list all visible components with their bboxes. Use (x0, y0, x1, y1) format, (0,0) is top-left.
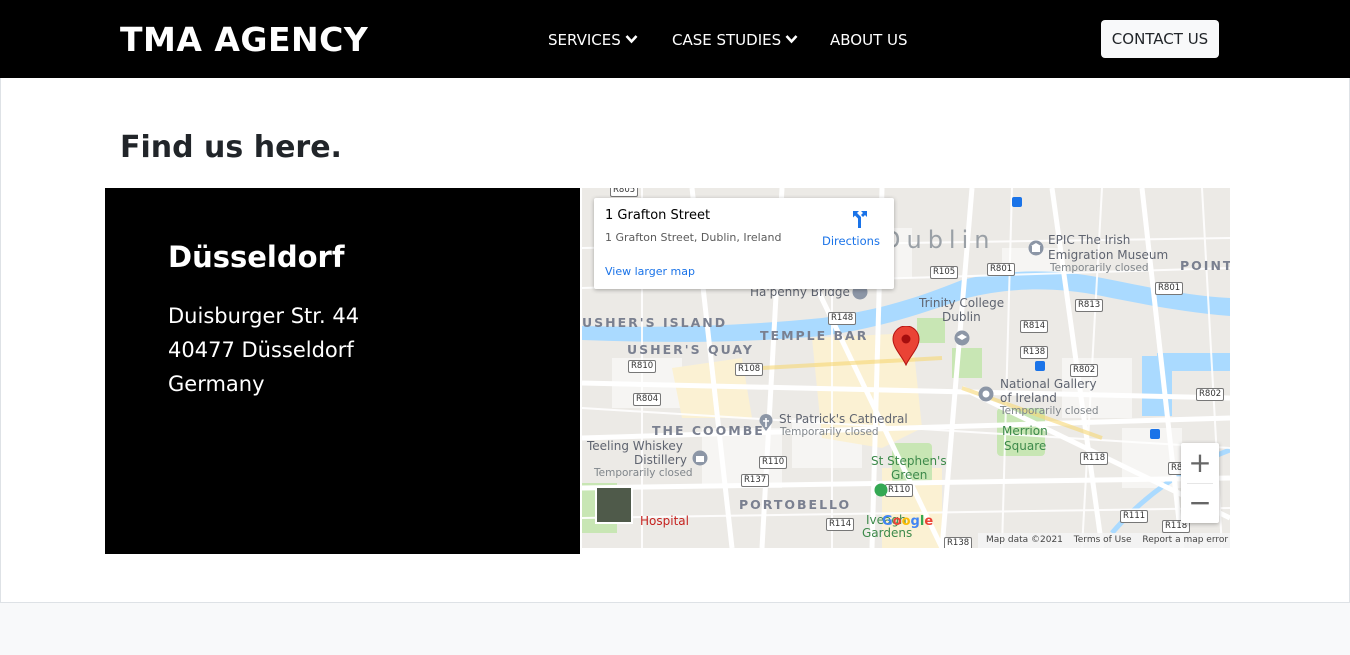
terms-of-use-link[interactable]: Terms of Use (1074, 535, 1132, 545)
map-label-teeling[interactable]: Teeling Whiskey (587, 439, 683, 453)
map-attribution: Map data ©2021 Terms of Use Report a map… (978, 533, 1230, 548)
zoom-controls: + − (1181, 443, 1219, 523)
address-postal: 40477 Düsseldorf (168, 338, 354, 362)
road-badge: R114 (826, 518, 855, 531)
footer-band (0, 603, 1350, 655)
nav-about-us[interactable]: ABOUT US (830, 28, 908, 52)
map-label-portobello: PORTOBELLO (739, 497, 852, 512)
address-country: Germany (168, 372, 265, 396)
directions-link[interactable]: Directions (822, 234, 880, 248)
map-label-teeling-status: Temporarily closed (594, 467, 693, 479)
report-map-error-link[interactable]: Report a map error (1142, 535, 1228, 545)
road-badge: R148 (828, 312, 857, 325)
school-icon (954, 330, 970, 346)
road-badge: R138 (1020, 346, 1049, 359)
map-label-teeling-2: Distillery (634, 453, 687, 467)
transit-icon (1012, 197, 1022, 207)
map-label-ushers-quay: USHER'S QUAY (627, 342, 754, 357)
map-label-dublin: Dublin (882, 226, 996, 254)
map-label-stp-status: Temporarily closed (780, 426, 879, 438)
map-data-text: Map data ©2021 (986, 535, 1063, 545)
park-icon (874, 483, 888, 497)
road-badge: R814 (1020, 320, 1049, 333)
chevron-down-icon (785, 35, 798, 44)
museum-icon (1028, 240, 1044, 256)
place-title: 1 Grafton Street (605, 208, 711, 223)
map-label-ng-status: Temporarily closed (1000, 405, 1099, 417)
road-badge: R105 (930, 266, 959, 279)
directions-icon[interactable] (849, 208, 871, 230)
map-label-merrion[interactable]: Merrion (1002, 424, 1048, 438)
camera-icon (692, 450, 708, 466)
road-badge: R802 (1070, 364, 1099, 377)
road-badge: R804 (633, 393, 662, 406)
transit-icon (1150, 429, 1160, 439)
location-pin-icon[interactable] (892, 326, 920, 366)
map-label-national-gallery-2: of Ireland (1000, 391, 1057, 405)
nav-services-label: SERVICES (548, 31, 621, 49)
road-badge: R805 (610, 188, 639, 197)
map-label-epic-2: Emigration Museum (1048, 248, 1169, 262)
road-badge: R801 (1155, 282, 1184, 295)
nav-case-studies-label: CASE STUDIES (672, 31, 782, 49)
road-badge: R138 (944, 537, 973, 548)
map-label-ststephens[interactable]: St Stephen's (871, 454, 947, 468)
map-label-national-gallery[interactable]: National Gallery (1000, 377, 1097, 391)
zoom-in-button[interactable]: + (1181, 443, 1219, 483)
map-label-ushers-island: USHER'S ISLAND (582, 315, 728, 330)
map-label-coombe: THE COOMBE (652, 423, 765, 438)
road-badge: R110 (759, 456, 788, 469)
nav-case-studies[interactable]: CASE STUDIES (672, 28, 798, 52)
nav-services[interactable]: SERVICES (548, 28, 638, 52)
gallery-icon (978, 386, 994, 402)
map-label-merrion-2: Square (1004, 439, 1047, 453)
map-label-epic-status: Temporarily closed (1050, 262, 1149, 274)
zoom-out-button[interactable]: − (1181, 483, 1219, 523)
chevron-down-icon (625, 35, 638, 44)
map-label-ststephens-2: Green (891, 468, 928, 482)
road-badge: R110 (885, 484, 914, 497)
road-badge: R801 (987, 263, 1016, 276)
address-city: Düsseldorf (168, 240, 345, 274)
map-label-epic[interactable]: EPIC The Irish (1048, 233, 1130, 247)
road-badge: R810 (628, 360, 657, 373)
address-panel: Düsseldorf Duisburger Str. 44 40477 Düss… (105, 188, 580, 554)
view-larger-map-link[interactable]: View larger map (605, 265, 695, 278)
brand-logo[interactable]: TMA AGENCY (120, 20, 368, 60)
contact-us-button[interactable]: CONTACT US (1101, 20, 1219, 58)
navbar: TMA AGENCY SERVICES CASE STUDIES ABOUT U… (0, 0, 1350, 78)
map-label-point: POINT (1180, 258, 1230, 273)
road-badge: R108 (735, 363, 764, 376)
page-title: Find us here. (120, 130, 342, 165)
address-street: Duisburger Str. 44 (168, 304, 360, 328)
satellite-toggle-thumbnail[interactable] (595, 486, 633, 524)
road-badge: R137 (741, 474, 770, 487)
place-address: 1 Grafton Street, Dublin, Ireland (605, 231, 782, 244)
road-badge: R118 (1080, 452, 1109, 465)
road-badge: R802 (1196, 388, 1225, 401)
map-embed[interactable]: Dublin EPIC The Irish Emigration Museum … (582, 188, 1230, 548)
church-icon (759, 414, 773, 431)
google-logo: Google (882, 514, 934, 529)
road-badge: R111 (1120, 510, 1149, 523)
place-info-card: 1 Grafton Street 1 Grafton Street, Dubli… (594, 198, 894, 289)
map-label-trinity[interactable]: Trinity College (919, 296, 1004, 310)
road-badge: R813 (1075, 299, 1104, 312)
map-label-temple-bar: TEMPLE BAR (760, 328, 869, 343)
map-label-trinity-2: Dublin (942, 310, 981, 324)
transit-icon (1035, 361, 1045, 371)
map-label-hospital[interactable]: Hospital (640, 514, 689, 528)
map-label-stpatricks[interactable]: St Patrick's Cathedral (779, 412, 908, 426)
